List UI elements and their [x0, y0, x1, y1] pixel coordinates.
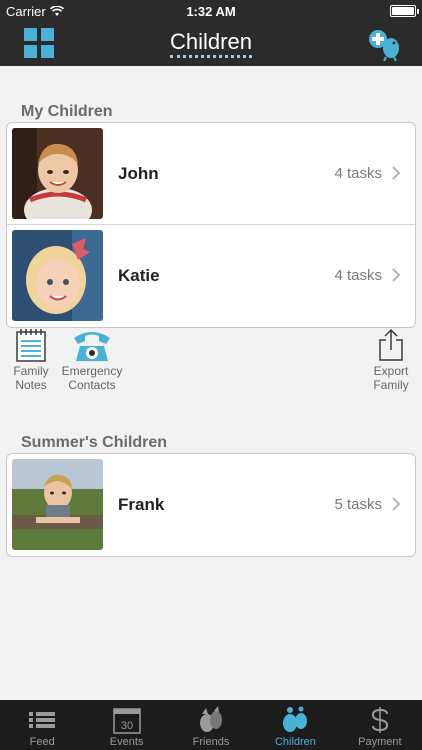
- export-family-button[interactable]: Export Family: [368, 328, 414, 392]
- tab-bar: Feed 30 Events Friends Children Payment: [0, 700, 422, 750]
- child-name: Katie: [118, 266, 160, 285]
- summers-children-header: Summer's Children: [21, 434, 168, 451]
- tab-children[interactable]: Children: [253, 700, 337, 750]
- chevron-right-icon: [392, 497, 401, 511]
- tab-friends[interactable]: Friends: [169, 700, 253, 750]
- tab-payment[interactable]: Payment: [338, 700, 422, 750]
- task-count: 4 tasks: [334, 267, 382, 284]
- title-underline: [170, 55, 252, 58]
- chevron-right-icon: [392, 166, 401, 180]
- children-icon: [283, 706, 308, 732]
- tab-label: Friends: [192, 736, 230, 748]
- task-count: 4 tasks: [334, 165, 382, 182]
- action-label: Contacts: [68, 378, 116, 392]
- status-bar: Carrier 1:32 AM: [0, 0, 422, 22]
- calendar-day: 30: [120, 720, 132, 732]
- avatar-katie: [12, 230, 103, 321]
- phone-icon: [74, 332, 110, 361]
- action-label: Notes: [15, 378, 47, 392]
- child-row-frank[interactable]: Frank 5 tasks: [7, 454, 415, 556]
- child-name: John: [118, 164, 159, 183]
- notepad-icon: [16, 329, 46, 362]
- child-row-john[interactable]: John 4 tasks: [7, 123, 415, 225]
- tab-label: Feed: [29, 736, 55, 748]
- calendar-icon: 30: [112, 708, 141, 734]
- avatar-john: [12, 128, 103, 219]
- my-children-header: My Children: [21, 103, 113, 120]
- tab-feed[interactable]: Feed: [0, 700, 84, 750]
- clock: 1:32 AM: [186, 4, 236, 19]
- emergency-contacts-button[interactable]: Emergency Contacts: [60, 328, 124, 392]
- action-label: Export: [373, 364, 409, 378]
- battery-fill: [392, 7, 414, 15]
- avatar-frank: [12, 459, 103, 550]
- navigation-bar: Children: [0, 22, 422, 66]
- tab-label: Children: [274, 736, 316, 748]
- task-count: 5 tasks: [334, 496, 382, 513]
- child-name: Frank: [118, 495, 165, 514]
- my-children-list: John 4 tasks Katie 4 tasks: [6, 122, 416, 328]
- tab-label: Events: [109, 736, 144, 748]
- battery-icon: [390, 5, 419, 17]
- tab-events[interactable]: 30 Events: [84, 700, 168, 750]
- tab-label: Payment: [358, 736, 402, 748]
- list-icon: [29, 712, 56, 728]
- action-label: Family: [373, 378, 409, 392]
- friends-icon: [200, 706, 223, 732]
- child-row-katie[interactable]: Katie 4 tasks: [7, 225, 415, 327]
- action-label: Emergency: [61, 364, 123, 378]
- action-label: Family: [13, 364, 49, 378]
- chevron-right-icon: [392, 268, 401, 282]
- dollar-icon: [371, 707, 388, 733]
- page-title: Children: [170, 29, 252, 54]
- family-notes-button[interactable]: Family Notes: [10, 328, 52, 392]
- share-icon: [379, 328, 403, 361]
- summers-children-list: Frank 5 tasks: [6, 453, 416, 557]
- add-child-icon[interactable]: [366, 27, 402, 61]
